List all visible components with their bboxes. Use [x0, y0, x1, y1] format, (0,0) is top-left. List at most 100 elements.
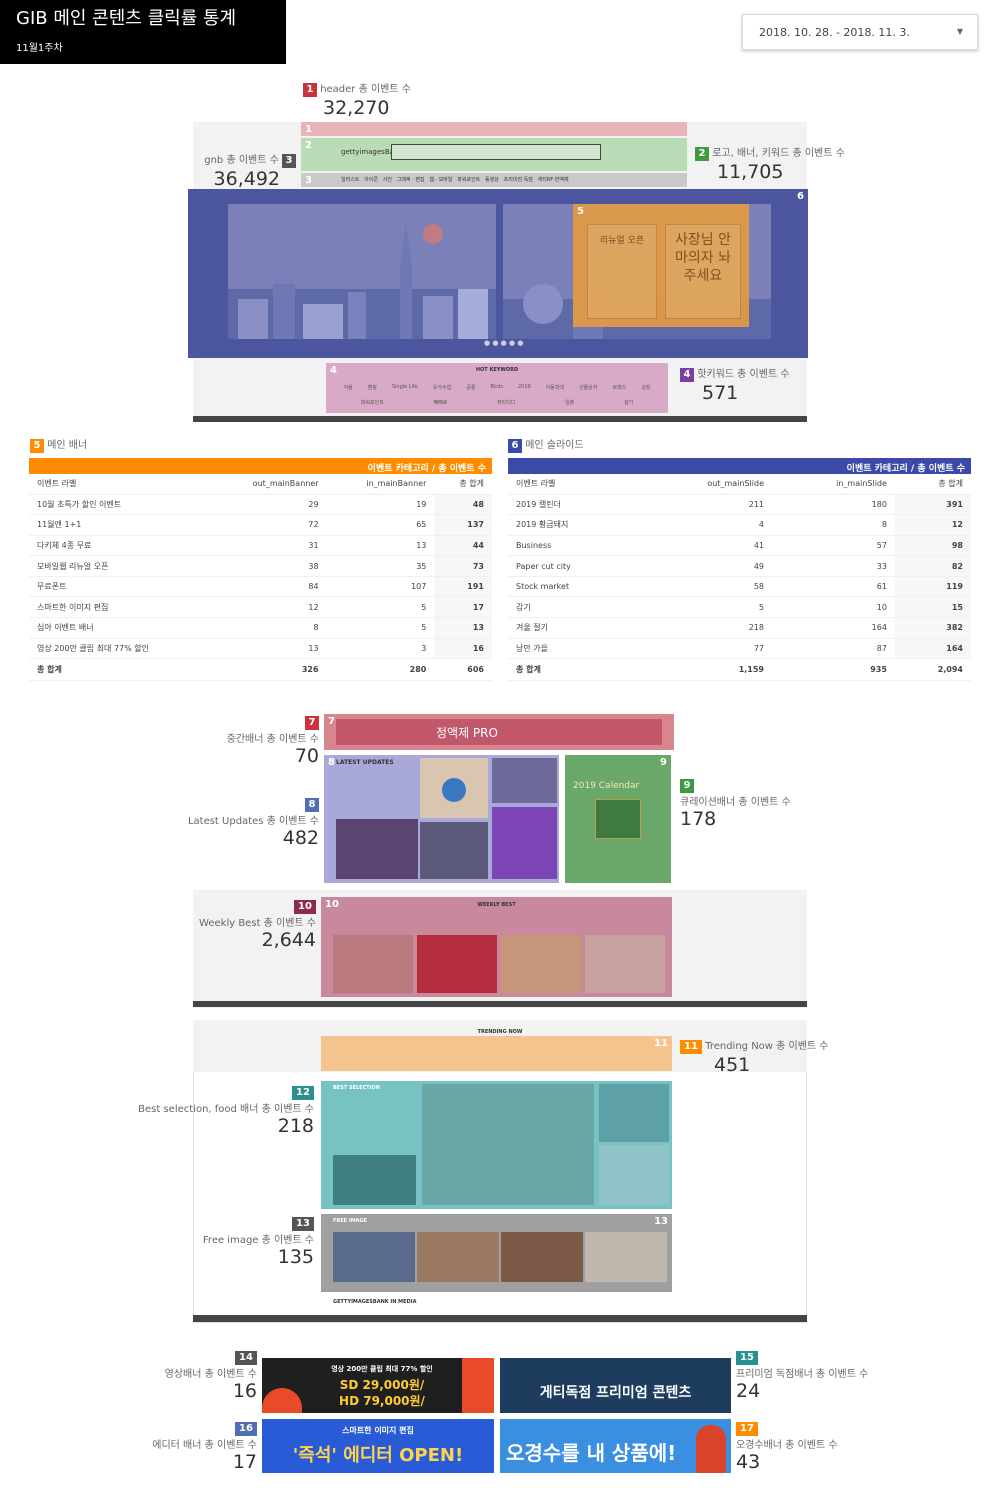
report-subtitle: 11월1주차 [16, 43, 63, 54]
stat-weekly-best-events: 10 Weekly Best 총 이벤트 수 2,644 [199, 900, 316, 951]
total-cell: 326 [210, 658, 327, 682]
banner-massage-card: 사장님 안마의자 놔주세요 [665, 224, 741, 319]
row-value: 98 [894, 535, 971, 557]
row-label: 모바일웹 리뉴얼 오픈 [29, 555, 211, 577]
row-value: 44 [434, 535, 492, 557]
stat-trending-events: 11 Trending Now 총 이벤트 수 451 [680, 1037, 829, 1076]
stat-gnb-events: gnb 총 이벤트 수 3 36,492 [204, 151, 296, 190]
date-range-picker[interactable]: 2018. 10. 28. - 2018. 11. 3. ▼ [742, 14, 978, 50]
photo-book-coffee [422, 1084, 594, 1205]
banner-editor-open[interactable]: 스마트한 이미지 편집 '즉석' 에디터 OPEN! [262, 1419, 494, 1473]
row-value: 17 [434, 596, 492, 619]
free-image-title: FREE IMAGE [333, 1218, 368, 1224]
row-value: 65 [326, 514, 435, 536]
mock-weekly-best-zone[interactable]: 10 WEEKLY BEST [321, 897, 672, 997]
table5-category-bar: 이벤트 카테고리 / 총 이벤트 수 [29, 458, 492, 474]
table-row: 겨울 절기 218 164 382 [508, 617, 971, 639]
mock-gnb-zone[interactable]: 3 일러스트 아이콘 사진 그래픽 · 편집 웹 · 모바일 파워포인트 동영상… [301, 173, 687, 187]
mock-best-selection-zone[interactable]: 12 BEST SELECTION [321, 1081, 672, 1209]
total-cell: 총 합계 [29, 658, 211, 682]
mock-curation-banner-zone[interactable]: 9 2019 Calendar [565, 755, 671, 883]
latest-updates-title: LATEST UPDATES [336, 759, 394, 766]
mock-main-slider[interactable]: 6 5 리뉴얼 오픈 사장님 안마의자 놔주세요 ● ● ● ● ● [188, 189, 808, 358]
total-cell: 1,159 [638, 658, 772, 682]
row-label: 2019 황금돼지 [508, 514, 639, 536]
row-value: 8 [772, 514, 895, 536]
slider-dots[interactable]: ● ● ● ● ● [484, 339, 523, 347]
mock-latest-updates-zone[interactable]: 8 LATEST UPDATES [324, 755, 559, 883]
table-row: Stock market 58 61 119 [508, 576, 971, 598]
banner-video-sale[interactable]: 영상 200만 클립 최대 77% 할인 SD 29,000원/ HD 79,0… [262, 1358, 494, 1413]
weekly-best-title: WEEKLY BEST [477, 902, 516, 908]
row-value: 107 [326, 576, 435, 598]
row-value: 180 [772, 494, 895, 516]
mock-footer-strip [193, 416, 807, 422]
stat-header-events: 1 header 총 이벤트 수 32,270 [303, 80, 411, 119]
photo-dog [501, 935, 581, 993]
stat-curation-events: 9 큐레이션배너 총 이벤트 수 178 [680, 779, 791, 830]
row-label: 영상 200만 클립 최대 77% 할인 [29, 638, 211, 660]
row-value: 77 [638, 638, 772, 660]
mid-banner-text: 정액제 PRO [336, 719, 662, 745]
mock-footer-strip-3 [193, 1315, 807, 1322]
table-total-row: 총 합계 326 280 606 [29, 658, 492, 682]
row-value: 29 [210, 494, 327, 516]
row-value: 48 [434, 494, 492, 516]
photo-office-illustration [333, 1232, 415, 1282]
total-cell: 총 합계 [508, 658, 639, 682]
row-label: 스마트한 이미지 편집 [29, 596, 211, 619]
stat-latest-updates-events: 8 Latest Updates 총 이벤트 수 482 [187, 798, 319, 849]
total-cell: 280 [326, 658, 435, 682]
photo-food-dish [501, 1232, 583, 1282]
row-value: 10 [772, 596, 895, 619]
photo-hands [599, 1145, 669, 1205]
curation-calendar-title: 2019 Calendar [573, 781, 640, 791]
mock-footer-strip-2 [193, 1001, 807, 1007]
table6-heading: 6 메인 슬라이드 [508, 436, 584, 453]
total-cell: 935 [772, 658, 895, 682]
row-value: 218 [638, 617, 772, 639]
photo-cat [420, 822, 488, 879]
table-total-row: 총 합계 1,159 935 2,094 [508, 658, 971, 682]
stat-mid-banner-events: 7 중간배너 총 이벤트 수 70 [226, 716, 319, 767]
mock-search-bar[interactable] [391, 144, 601, 160]
row-value: 58 [638, 576, 772, 598]
mock-logo-zone[interactable]: 2 gettyimagesBank [301, 138, 687, 171]
trending-now-title: TRENDING NOW [477, 1029, 523, 1035]
table-row: 감기 5 10 15 [508, 596, 971, 619]
main-slide-table: 이벤트 카테고리 / 총 이벤트 수 이벤트 라벨 out_mainSlide in… [508, 458, 971, 682]
table-row: 모바일웹 리뉴얼 오픈 38 35 73 [29, 555, 492, 577]
banner-ohkyungsu[interactable]: 오경수를 내 상품에! [500, 1419, 731, 1473]
mock-mid-banner-zone[interactable]: 7 정액제 PRO [324, 714, 674, 750]
stat-free-image-events: 13 Free image 총 이벤트 수 135 [202, 1217, 314, 1268]
mock-free-image-zone[interactable]: 13 FREE IMAGE [321, 1214, 672, 1292]
mock-trending-zone[interactable]: 11 [321, 1036, 672, 1071]
row-value: 57 [772, 535, 895, 557]
date-range-value: 2018. 10. 28. - 2018. 11. 3. [759, 26, 910, 39]
row-label: 겨울 절기 [508, 617, 639, 639]
photo-bear-character [417, 1232, 499, 1282]
row-label: 감기 [508, 596, 639, 619]
photo-woman-portrait [336, 819, 418, 879]
banner-premium-exclusive[interactable]: 게티독점 프리미엄 콘텐츠 [500, 1358, 731, 1413]
row-label: Paper cut city [508, 555, 639, 577]
row-value: 33 [772, 555, 895, 577]
row-value: 137 [434, 514, 492, 536]
row-value: 82 [894, 555, 971, 577]
stat-logo-events: 2 로고, 배너, 키워드 총 이벤트 수 11,705 [695, 144, 845, 183]
row-value: 38 [210, 555, 327, 577]
row-value: 84 [210, 576, 327, 598]
mock-header-zone[interactable]: 1 [301, 122, 687, 136]
mock-main-banner-zone[interactable]: 5 리뉴얼 오픈 사장님 안마의자 놔주세요 [573, 204, 749, 327]
row-label: Business [508, 535, 639, 557]
table-row: Paper cut city 49 33 82 [508, 555, 971, 577]
stat-premium-banner-events: 15 프리미엄 독점배너 총 이벤트 수 24 [736, 1351, 869, 1402]
mock-hot-keyword-zone[interactable]: 4 HOT KEYWORD 겨울 캠핑 Single Life 유가수업 공룡 Birds… [326, 363, 668, 413]
banner-renewal-card: 리뉴얼 오픈 [587, 224, 657, 319]
slide-image-city-1 [228, 204, 496, 339]
stat-hot-keyword-events: 4 핫키워드 총 이벤트 수 571 [680, 365, 790, 404]
table-row: 2019 황금돼지 4 8 12 [508, 514, 971, 536]
row-label: 10월 초특가 할인 이벤트 [29, 494, 211, 516]
total-cell: 606 [434, 658, 492, 682]
total-cell: 2,094 [894, 658, 971, 682]
